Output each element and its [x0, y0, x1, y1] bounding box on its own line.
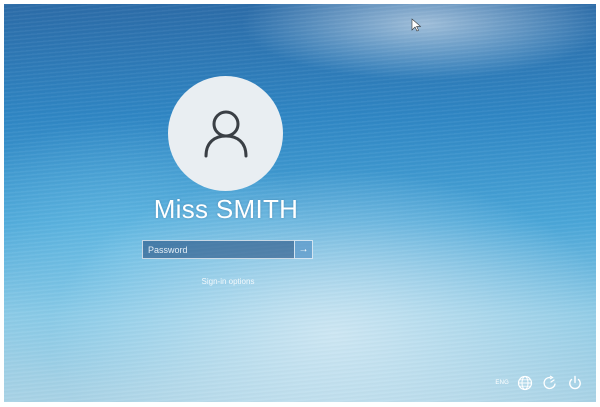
password-row: → — [142, 240, 313, 259]
sign-in-options-link[interactable]: Sign-in options — [178, 277, 278, 286]
password-field[interactable] — [142, 240, 294, 259]
globe-network-icon[interactable] — [516, 374, 534, 392]
user-name: Miss SMITH — [153, 194, 299, 224]
power-icon[interactable] — [566, 374, 584, 392]
user-avatar — [168, 76, 283, 191]
user-silhouette-icon — [204, 110, 247, 157]
password-submit-button[interactable]: → — [294, 240, 313, 259]
lock-screen: Miss SMITH → Sign-in options ENG — [4, 4, 596, 402]
ease-of-access-icon[interactable] — [541, 374, 559, 392]
mouse-pointer-icon — [411, 18, 421, 32]
system-tray: ENG — [495, 374, 584, 392]
language-indicator[interactable]: ENG — [495, 380, 509, 386]
